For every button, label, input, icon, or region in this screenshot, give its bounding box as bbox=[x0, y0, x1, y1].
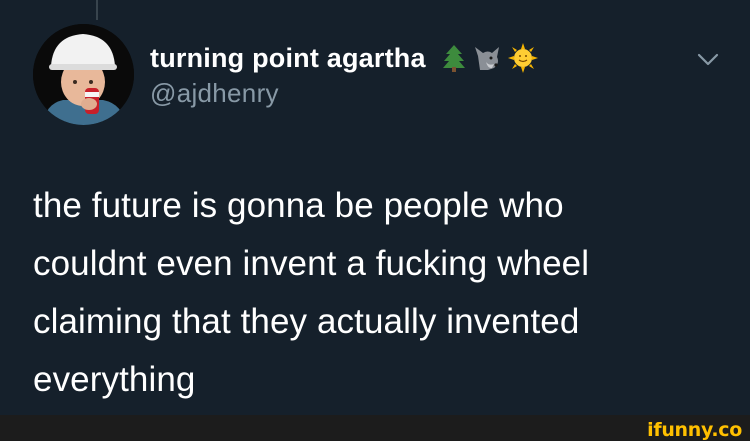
tweet-header: turning point agartha @ajdhenry bbox=[150, 40, 670, 109]
user-handle[interactable]: @ajdhenry bbox=[150, 78, 670, 109]
watermark-bar bbox=[0, 415, 750, 441]
avatar[interactable] bbox=[33, 24, 134, 125]
tree-emoji-icon bbox=[442, 44, 466, 72]
wolf-icon bbox=[472, 44, 502, 72]
name-row: turning point agartha bbox=[150, 40, 670, 76]
tweet-text: the future is gonna be people who couldn… bbox=[33, 186, 590, 399]
ifunny-watermark: ifunny.co bbox=[647, 419, 742, 441]
avatar-image bbox=[33, 24, 134, 125]
thread-connector-line bbox=[96, 0, 98, 20]
chevron-down-icon[interactable] bbox=[696, 52, 720, 68]
name-emojis bbox=[442, 43, 538, 73]
sun-with-face-icon bbox=[507, 43, 538, 73]
display-name[interactable]: turning point agartha bbox=[150, 43, 426, 74]
